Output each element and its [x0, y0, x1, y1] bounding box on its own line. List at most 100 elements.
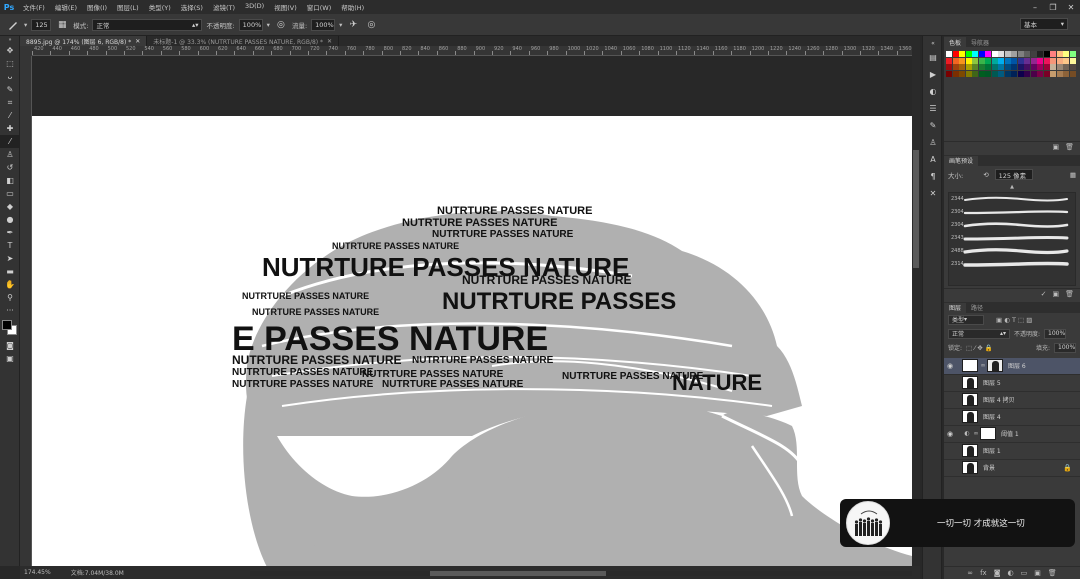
- color-swatch[interactable]: [985, 51, 991, 57]
- color-swatch[interactable]: [1024, 57, 1030, 64]
- color-swatch[interactable]: [978, 64, 985, 70]
- link-layers-icon[interactable]: ∞: [967, 569, 973, 577]
- color-swatch[interactable]: [965, 51, 972, 57]
- marquee-tool-icon[interactable]: ⬚: [0, 57, 20, 70]
- path-select-tool-icon[interactable]: ➤: [0, 252, 20, 265]
- tab-paths[interactable]: 路径: [966, 303, 988, 313]
- brush-preset[interactable]: 2488: [949, 245, 1075, 258]
- color-swatch[interactable]: [1017, 70, 1024, 77]
- layer-style-icon[interactable]: fx: [980, 569, 987, 577]
- brush-preset[interactable]: 2343: [949, 232, 1075, 245]
- color-swatch[interactable]: [1069, 64, 1076, 70]
- menu-item[interactable]: 选择(S): [176, 2, 208, 12]
- color-swatch[interactable]: [998, 57, 1004, 64]
- menu-item[interactable]: 3D(D): [240, 2, 269, 12]
- color-swatch[interactable]: [946, 51, 952, 57]
- type-tool-icon[interactable]: T: [0, 239, 20, 252]
- blur-tool-icon[interactable]: ◆: [0, 200, 20, 213]
- color-swatch[interactable]: [965, 57, 972, 64]
- brush-preset[interactable]: 2304: [949, 206, 1075, 219]
- eye-icon[interactable]: ◉: [944, 379, 956, 387]
- layer-row[interactable]: ◉ 背景 🔒: [944, 459, 1080, 477]
- healing-tool-icon[interactable]: ✚: [0, 122, 20, 135]
- color-swatch[interactable]: [1037, 57, 1043, 64]
- color-swatch[interactable]: [1037, 64, 1043, 70]
- color-swatch[interactable]: [1043, 51, 1050, 57]
- lasso-tool-icon[interactable]: ᴗ: [0, 70, 20, 83]
- tab-navigator[interactable]: 导航器: [966, 37, 994, 47]
- color-swatch[interactable]: [1004, 64, 1011, 70]
- pen-tool-icon[interactable]: ✒: [0, 226, 20, 239]
- color-swatch[interactable]: [952, 51, 959, 57]
- lock-icons[interactable]: ⬚ ⁄ ✥ 🔒: [966, 344, 993, 352]
- color-swatch[interactable]: [1063, 57, 1069, 64]
- color-swatch[interactable]: [972, 70, 978, 77]
- document-canvas[interactable]: NUTRTURE PASSES NATURE NUTRTURE PASSES NA…: [32, 116, 912, 566]
- color-swatch[interactable]: [1063, 70, 1069, 77]
- color-swatch[interactable]: [1056, 57, 1063, 64]
- restore-icon[interactable]: ❐: [1044, 0, 1062, 14]
- airbrush-icon[interactable]: ✈: [346, 18, 360, 32]
- new-group-icon[interactable]: ▭: [1021, 569, 1028, 577]
- color-swatch[interactable]: [1069, 70, 1076, 77]
- color-swatch[interactable]: [985, 64, 991, 70]
- mode-select[interactable]: 正常 ▴▾: [92, 18, 203, 31]
- crop-tool-icon[interactable]: ⌗: [0, 96, 20, 109]
- blend-mode-select[interactable]: 正常 ▴▾: [948, 328, 1010, 339]
- color-swatch[interactable]: [1037, 70, 1043, 77]
- adjustments-panel-icon[interactable]: ◐: [923, 84, 943, 98]
- filter-icons[interactable]: ▣ ◐ T ⬚ ▨: [996, 316, 1032, 324]
- color-swatch[interactable]: [959, 70, 965, 77]
- menu-item[interactable]: 编辑(E): [50, 2, 82, 12]
- color-swatch[interactable]: [1004, 51, 1011, 57]
- color-swatch[interactable]: [972, 57, 978, 64]
- dropdown-arrow-icon[interactable]: ▾: [24, 21, 27, 29]
- eye-icon[interactable]: ◉: [944, 464, 956, 472]
- flow-field[interactable]: 100%: [311, 18, 336, 31]
- new-layer-icon[interactable]: ▣: [1034, 569, 1041, 577]
- more-tools-icon[interactable]: ···: [0, 304, 20, 317]
- menu-item[interactable]: 滤镜(T): [208, 2, 240, 12]
- menu-item[interactable]: 文件(F): [18, 2, 50, 12]
- eye-icon[interactable]: ◉: [944, 413, 956, 421]
- expand-icon[interactable]: «: [923, 39, 943, 47]
- brush-preset[interactable]: 2344: [949, 193, 1075, 206]
- new-brush-icon[interactable]: ▣: [1052, 290, 1059, 298]
- color-swatch[interactable]: [952, 70, 959, 77]
- brush-settings-icon[interactable]: ▦: [1070, 171, 1076, 179]
- tool-presets-icon[interactable]: ✕: [923, 186, 943, 200]
- horizontal-scrollbar[interactable]: [250, 571, 912, 576]
- delete-swatch-icon[interactable]: 🗑: [1065, 143, 1074, 151]
- color-swatch[interactable]: [991, 51, 998, 57]
- color-swatch[interactable]: [1037, 51, 1043, 57]
- color-swatch[interactable]: [952, 64, 959, 70]
- color-swatch[interactable]: [946, 70, 952, 77]
- menu-item[interactable]: 图层(L): [112, 2, 144, 12]
- color-swatch[interactable]: [1011, 57, 1017, 64]
- menu-item[interactable]: 帮助(H): [336, 2, 369, 12]
- workspace-select[interactable]: 基本 ▾: [1020, 18, 1068, 30]
- eye-icon[interactable]: ◉: [944, 362, 956, 370]
- color-swatch[interactable]: [1030, 57, 1037, 64]
- color-swatch[interactable]: [1004, 57, 1011, 64]
- brush-panel-toggle-icon[interactable]: ▦: [55, 18, 69, 32]
- color-swatch[interactable]: [1056, 51, 1063, 57]
- menu-item[interactable]: 类型(Y): [144, 2, 176, 12]
- eraser-tool-icon[interactable]: ◧: [0, 174, 20, 187]
- ruler-corner[interactable]: [20, 46, 32, 56]
- history-brush-tool-icon[interactable]: ↺: [0, 161, 20, 174]
- color-swatch[interactable]: [1004, 70, 1011, 77]
- color-swatch[interactable]: [959, 57, 965, 64]
- color-swatch[interactable]: [965, 64, 972, 70]
- vertical-scroll-thumb[interactable]: [913, 150, 919, 268]
- zoom-tool-icon[interactable]: ⚲: [0, 291, 20, 304]
- color-swatch[interactable]: [1063, 64, 1069, 70]
- pressure-size-icon[interactable]: ◎: [364, 18, 378, 32]
- screen-mode-icon[interactable]: ▣: [0, 352, 20, 365]
- tab-brush-presets[interactable]: 画笔预设: [944, 155, 979, 166]
- layer-opacity-field[interactable]: 100%: [1044, 328, 1067, 339]
- menu-item[interactable]: 视图(V): [269, 2, 302, 12]
- color-swatch[interactable]: [959, 51, 965, 57]
- color-swatch[interactable]: [965, 70, 972, 77]
- swatch-grid[interactable]: [944, 47, 1080, 81]
